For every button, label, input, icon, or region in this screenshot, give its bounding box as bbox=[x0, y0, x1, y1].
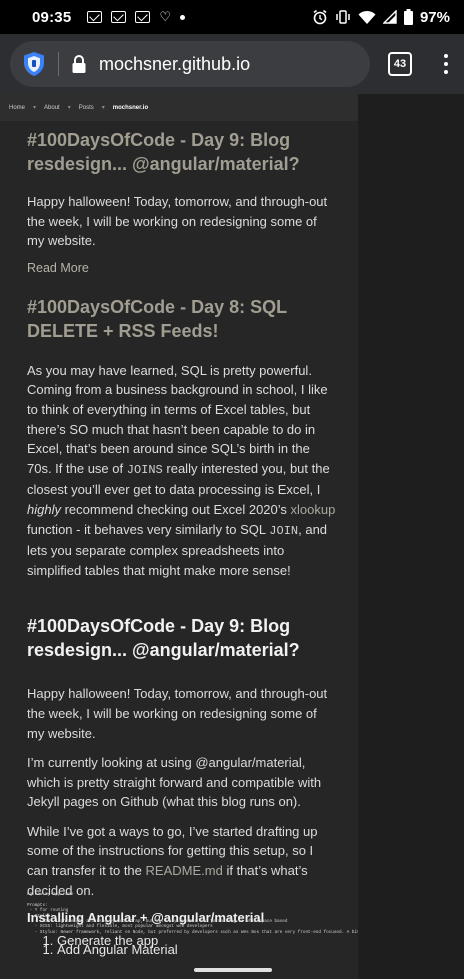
readme-link[interactable]: README.md bbox=[146, 863, 223, 878]
lock-icon[interactable] bbox=[71, 54, 87, 74]
xlookup-link[interactable]: xlookup bbox=[291, 502, 336, 517]
status-time: 09:35 bbox=[32, 8, 72, 26]
article-title: #100DaysOfCode - Day 9: Blog resdesign..… bbox=[27, 616, 300, 661]
emphasis-text: highly bbox=[27, 501, 61, 517]
inline-code: JOIN bbox=[269, 523, 299, 538]
status-bar: 09:35 ♡ 97% bbox=[0, 0, 464, 34]
outlook-notification-icon bbox=[111, 11, 127, 23]
body-text: function - it behaves very similarly to … bbox=[27, 521, 266, 537]
nav-about-link[interactable]: About bbox=[44, 105, 60, 111]
post-body: As you may have learned, SQL is pretty p… bbox=[27, 361, 337, 581]
nav-dropdown-caret-icon: ▾ bbox=[33, 105, 37, 111]
read-more-link[interactable]: Read More bbox=[27, 261, 89, 275]
shield-icon[interactable] bbox=[22, 51, 46, 77]
nav-posts-link[interactable]: Posts bbox=[79, 105, 94, 111]
more-notifications-dot-icon bbox=[180, 14, 186, 20]
site-navbar: Home ▾ About ▾ Posts ▾ mochsner.io bbox=[0, 94, 358, 121]
notification-icons: ♡ bbox=[87, 9, 186, 25]
body-text: As you may have learned, SQL is pretty p… bbox=[27, 362, 328, 476]
code-block: ng new my-app-name Prompts: - Y for rout… bbox=[27, 892, 358, 935]
post-content: #100DaysOfCode - Day 9: Blog resdesign..… bbox=[27, 128, 337, 956]
wifi-icon bbox=[358, 10, 376, 24]
body-text: recommend checking out Excel 2020’s bbox=[64, 501, 287, 517]
address-bar[interactable]: mochsner.github.io bbox=[10, 41, 370, 87]
overflow-menu-icon[interactable] bbox=[440, 54, 452, 74]
browser-toolbar: mochsner.github.io 43 bbox=[0, 34, 464, 94]
battery-percentage: 97% bbox=[419, 8, 450, 26]
heart-notification-icon: ♡ bbox=[159, 9, 172, 24]
post-title-link[interactable]: #100DaysOfCode - Day 9: Blog resdesign..… bbox=[27, 128, 337, 176]
tab-switcher-button[interactable]: 43 bbox=[388, 52, 412, 76]
article-paragraph: I’m currently looking at using @angular/… bbox=[27, 755, 322, 810]
nav-dropdown-caret-icon: ▾ bbox=[67, 105, 71, 111]
list-item: Add Angular Material bbox=[57, 942, 337, 957]
article-paragraph: Happy halloween! Today, tomorrow, and th… bbox=[27, 686, 328, 741]
steps-list: Add Angular Material bbox=[27, 942, 337, 957]
cell-signal-icon bbox=[382, 10, 397, 24]
article-paragraph: While I’ve got a ways to go, I’ve starte… bbox=[27, 822, 337, 900]
url-text[interactable]: mochsner.github.io bbox=[99, 54, 250, 75]
outlook-notification-icon bbox=[135, 11, 151, 23]
address-bar-divider bbox=[58, 52, 59, 76]
post-excerpt: Happy halloween! Today, tomorrow, and th… bbox=[27, 194, 328, 249]
post-title-link[interactable]: #100DaysOfCode - Day 8: SQL DELETE + RSS… bbox=[27, 295, 337, 343]
page-column: Home ▾ About ▾ Posts ▾ mochsner.io #100D… bbox=[0, 94, 358, 979]
nav-dropdown-caret-icon: ▾ bbox=[101, 105, 105, 111]
gesture-nav-bar[interactable] bbox=[194, 968, 272, 972]
vibrate-icon bbox=[336, 10, 350, 24]
outlook-notification-icon bbox=[87, 11, 103, 23]
inline-code: JOINS bbox=[126, 462, 163, 477]
battery-icon bbox=[403, 9, 413, 25]
alarm-icon bbox=[313, 9, 327, 25]
web-page: Home ▾ About ▾ Posts ▾ mochsner.io #100D… bbox=[0, 94, 464, 979]
nav-brand-link[interactable]: mochsner.io bbox=[113, 105, 148, 111]
nav-home-link[interactable]: Home bbox=[9, 105, 25, 111]
